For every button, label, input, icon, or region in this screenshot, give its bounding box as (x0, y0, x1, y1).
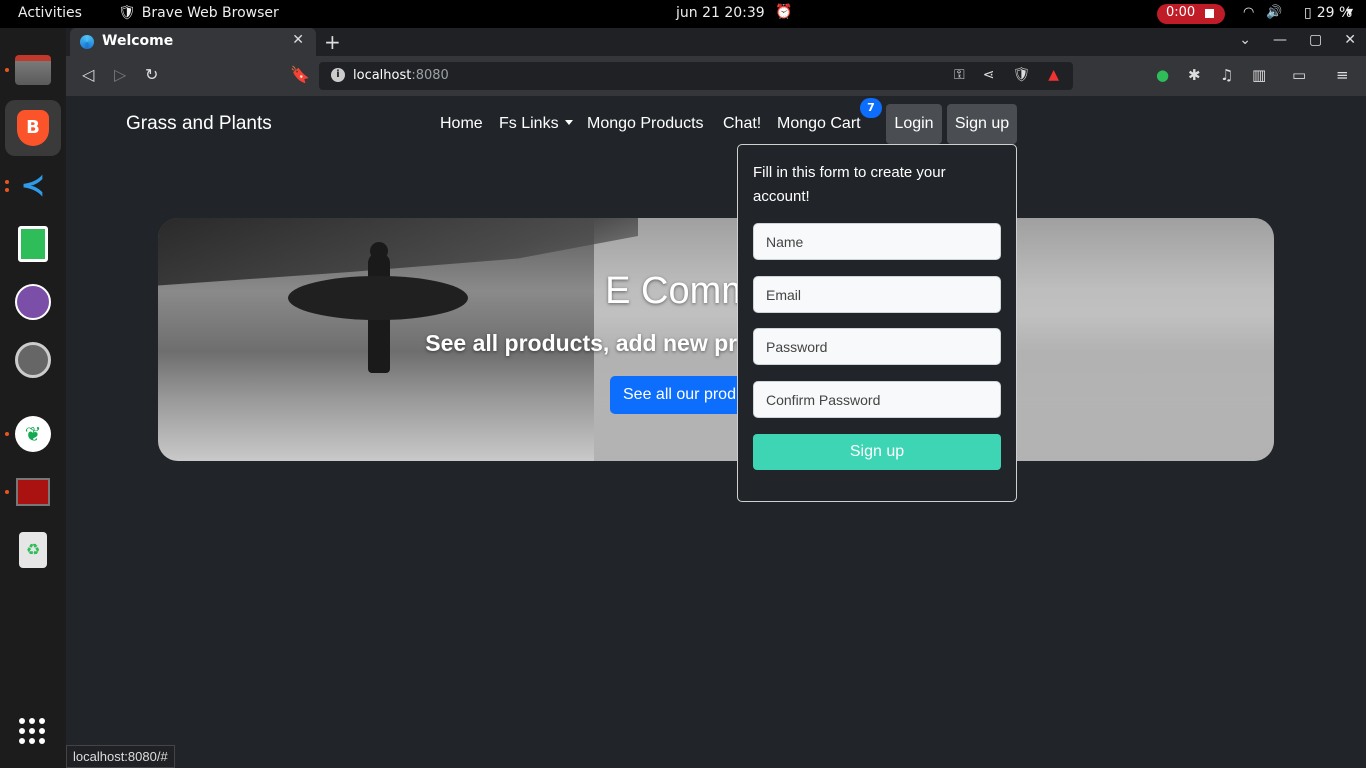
hero-subtitle: See all products, add new products to ca… (425, 330, 1007, 356)
password-field[interactable] (753, 328, 1001, 365)
brave-lion-icon: 🛡 (118, 5, 136, 21)
mongodb-compass-icon[interactable]: ❦ (5, 406, 61, 462)
sidebar-icon[interactable]: ▥ (1252, 66, 1266, 84)
clock[interactable]: jun 21 20:39 (676, 5, 765, 21)
signup-button[interactable]: Sign up (947, 104, 1017, 144)
brave-browser-icon[interactable]: B (5, 100, 61, 156)
menu-icon[interactable]: ≡ (1336, 66, 1349, 84)
share-icon[interactable]: ⋖ (983, 67, 995, 83)
volume-icon: 🔊 (1266, 5, 1283, 20)
link-status-bar: localhost:8080/# (66, 745, 175, 768)
reload-icon[interactable]: ↻ (145, 65, 158, 84)
email-field[interactable] (753, 276, 1001, 313)
browser-toolbar: ◁ ▷ ↻ 🔖 i localhost:8080 ⚿ ⋖ 🛡 ▲ ● ✱ ♫ ▥… (66, 56, 1366, 96)
dropdown-caret-icon (564, 120, 573, 125)
nav-chat[interactable]: Chat! (723, 115, 761, 133)
bookmark-icon[interactable]: 🔖 (290, 65, 310, 84)
confirm-password-field[interactable] (753, 381, 1001, 418)
brave-rewards-icon[interactable]: ▲ (1048, 67, 1059, 83)
recording-time: 0:00 (1166, 5, 1196, 20)
grammarly-icon[interactable]: ● (1156, 66, 1169, 84)
wifi-icon: ◠ (1243, 5, 1255, 20)
back-icon[interactable]: ◁ (82, 65, 94, 84)
hero-banner: E Commerce See all products, add new pro… (158, 218, 1274, 461)
site-info-icon[interactable]: i (331, 68, 345, 82)
screen-recorder-icon[interactable] (5, 464, 61, 520)
app-menu[interactable]: 🛡 Brave Web Browser (118, 5, 279, 21)
brave-shields-icon[interactable]: 🛡 (1012, 67, 1030, 83)
dock: B ≺ ❦ ♻ (0, 28, 66, 768)
window-controls: ⌄ — ▢ ✕ (1239, 32, 1356, 48)
tab-welcome[interactable]: Welcome ✕ (70, 28, 316, 56)
battery-icon: ▯ (1304, 5, 1312, 21)
vscode-icon[interactable]: ≺ (5, 158, 61, 214)
spreadsheet-icon[interactable] (5, 216, 61, 272)
system-status-icons[interactable]: ◠ 🔊 (1243, 5, 1283, 20)
signup-intro: Fill in this form to create your account… (753, 164, 946, 205)
brand-link[interactable]: Grass and Plants (126, 113, 272, 135)
name-field[interactable] (753, 223, 1001, 260)
minimize-icon[interactable]: — (1273, 32, 1287, 48)
new-tab-icon[interactable]: + (324, 30, 341, 54)
system-top-bar: Activities 🛡 Brave Web Browser jun 21 20… (0, 0, 1366, 28)
activities-button[interactable]: Activities (18, 5, 82, 21)
nav-mongo-cart[interactable]: Mongo Cart (777, 115, 861, 133)
nav-home[interactable]: Home (440, 115, 483, 133)
nav-mongo-products[interactable]: Mongo Products (587, 115, 704, 133)
signup-dropdown: Fill in this form to create your account… (737, 144, 1017, 502)
media-playlist-icon[interactable]: ♫ (1220, 66, 1233, 84)
favicon-icon (80, 35, 94, 49)
extensions-icon[interactable]: ✱ (1188, 66, 1201, 84)
screen-recording-indicator[interactable]: 0:00 (1157, 4, 1225, 24)
tab-title: Welcome (102, 33, 174, 49)
wallet-icon[interactable]: ▭ (1292, 66, 1306, 84)
cart-count-badge: 7 (860, 98, 882, 118)
close-tab-icon[interactable]: ✕ (292, 32, 304, 48)
app-menu-label: Brave Web Browser (141, 5, 279, 21)
maximize-icon[interactable]: ▢ (1309, 32, 1322, 48)
system-menu-chevron-icon[interactable]: ▾ (1346, 4, 1353, 20)
password-key-icon[interactable]: ⚿ (954, 67, 965, 83)
nav-fs-links[interactable]: Fs Links (499, 115, 573, 133)
files-icon[interactable] (5, 42, 61, 98)
signup-submit-button[interactable]: Sign up (753, 434, 1001, 470)
settings-icon[interactable] (5, 332, 61, 388)
login-button[interactable]: Login (886, 104, 942, 144)
trash-icon[interactable]: ♻ (5, 522, 61, 578)
github-desktop-icon[interactable] (5, 274, 61, 330)
close-window-icon[interactable]: ✕ (1344, 32, 1356, 48)
alarm-bell-icon: ⏰ (775, 4, 793, 20)
forward-icon[interactable]: ▷ (114, 65, 126, 84)
show-applications-icon[interactable] (19, 718, 45, 744)
stop-icon (1205, 9, 1214, 18)
address-bar[interactable]: i localhost:8080 ⚿ ⋖ 🛡 ▲ (319, 62, 1073, 90)
hero-title: E Commerce (605, 270, 827, 312)
nav-fs-links-label: Fs Links (499, 115, 559, 132)
tab-search-chevron-icon[interactable]: ⌄ (1239, 32, 1251, 48)
url-text[interactable]: localhost:8080 (353, 68, 449, 83)
web-page: Grass and Plants Home Fs Links Mongo Pro… (66, 96, 1366, 768)
browser-tab-bar: Welcome ✕ + ⌄ — ▢ ✕ (66, 28, 1366, 56)
